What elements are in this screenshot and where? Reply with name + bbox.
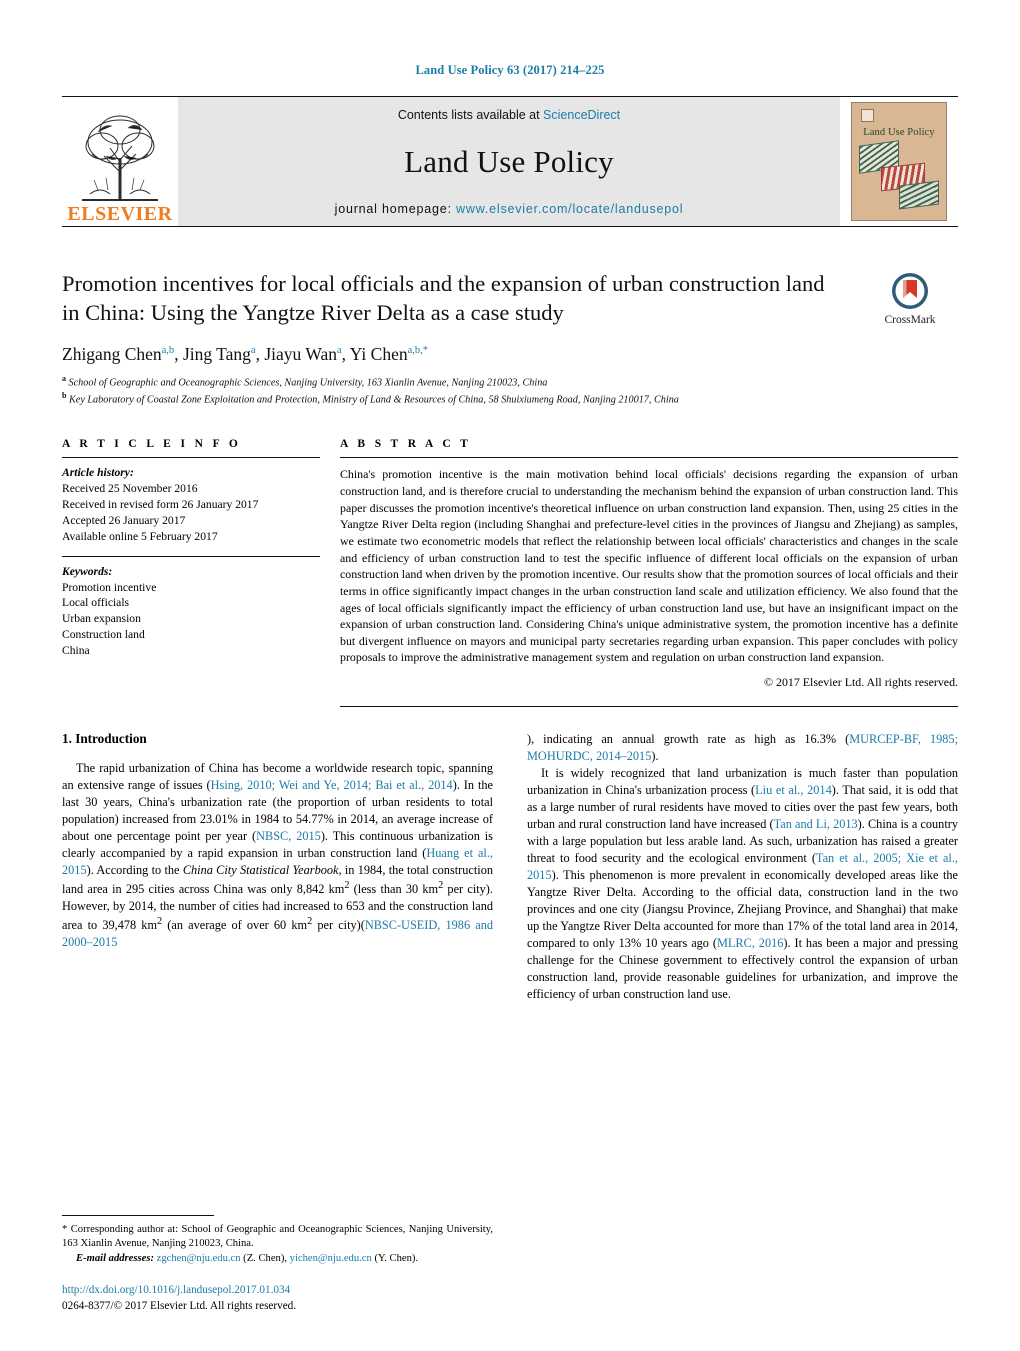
affiliation-b: b Key Laboratory of Coastal Zone Exploit…: [62, 391, 679, 406]
affiliation-b-text: Key Laboratory of Coastal Zone Exploitat…: [69, 394, 679, 406]
affiliation-a: a School of Geographic and Oceanographic…: [62, 373, 548, 388]
email-link-2[interactable]: yichen@nju.edu.cn: [290, 1253, 372, 1264]
citation-link[interactable]: MLRC, 2016: [717, 936, 783, 950]
citation-link[interactable]: Hsing, 2010; Wei and Ye, 2014; Bai et al…: [211, 778, 453, 792]
divider: [340, 706, 958, 708]
info-abstract-section: A R T I C L E I N F O Article history: R…: [62, 438, 958, 708]
citation-link[interactable]: NBSC, 2015: [256, 829, 321, 843]
authors-text: Zhigang Chena,b, Jing Tanga, Jiayu Wana,…: [62, 343, 429, 364]
journal-cover-thumbnail: Land Use Policy: [840, 97, 958, 226]
abstract-heading: A B S T R A C T: [340, 438, 472, 451]
masthead-center: Contents lists available at ScienceDirec…: [178, 97, 840, 226]
intro-paragraph-right-1: ), indicating an annual growth rate as h…: [527, 732, 958, 764]
article-history-label: Article history:: [62, 466, 134, 480]
journal-name-italic: China City Statistical Yearbook: [182, 863, 339, 878]
body-column-right: ), indicating an annual growth rate as h…: [527, 731, 958, 1003]
email-addresses-note: E-mail addresses: zgchen@nju.edu.cn (Z. …: [76, 1252, 419, 1264]
doi-link[interactable]: http://dx.doi.org/10.1016/j.landusepol.2…: [62, 1283, 493, 1299]
email-label: E-mail addresses:: [76, 1252, 154, 1264]
cover-artwork: [855, 140, 943, 213]
journal-homepage-line: journal homepage: www.elsevier.com/locat…: [335, 202, 684, 216]
keywords-block: Keywords: Promotion incentive Local offi…: [62, 564, 320, 659]
email-link-1[interactable]: zgchen@nju.edu.cn: [157, 1253, 241, 1264]
history-item: Accepted 26 January 2017: [62, 513, 186, 527]
affiliation-a-text: School of Geographic and Oceanographic S…: [68, 376, 548, 388]
body-columns: 1. Introduction The rapid urbanization o…: [62, 731, 958, 1003]
elsevier-tree-icon: [82, 115, 158, 201]
contents-prefix: Contents lists available at: [397, 108, 544, 122]
history-item: Received in revised form 26 January 2017: [62, 498, 259, 511]
cover-title: Land Use Policy: [863, 127, 935, 138]
page-title: Promotion incentives for local officials…: [62, 271, 825, 326]
author-list: Zhigang Chena,b, Jing Tanga, Jiayu Wana,…: [62, 344, 958, 365]
issn-copyright: 0264-8377/© 2017 Elsevier Ltd. All right…: [62, 1300, 297, 1313]
title-block: Promotion incentives for local officials…: [62, 269, 958, 328]
divider: [340, 457, 958, 459]
crossmark-badge[interactable]: CrossMark: [862, 269, 958, 328]
crossmark-label: CrossMark: [884, 314, 936, 326]
contents-list-line: Contents lists available at ScienceDirec…: [398, 108, 620, 122]
footnote-divider: [62, 1214, 214, 1216]
journal-homepage-link[interactable]: www.elsevier.com/locate/landusepol: [456, 202, 683, 216]
divider: [62, 457, 320, 459]
corresponding-author-note: * Corresponding author at: School of Geo…: [62, 1223, 493, 1250]
keyword-item: Promotion incentive: [62, 580, 157, 594]
intro-paragraph-left: The rapid urbanization of China has beco…: [62, 761, 493, 950]
history-item: Available online 5 February 2017: [62, 529, 218, 543]
cover-elsevier-mark-icon: [861, 109, 874, 122]
article-history: Article history: Received 25 November 20…: [62, 465, 320, 544]
journal-masthead: ELSEVIER Contents lists available at Sci…: [62, 96, 958, 227]
homepage-prefix: journal homepage:: [334, 202, 457, 216]
keyword-item: China: [62, 644, 90, 657]
citation-link[interactable]: Tan and Li, 2013: [774, 817, 858, 831]
footnote-block: * Corresponding author at: School of Geo…: [62, 1214, 493, 1266]
keyword-item: Local officials: [62, 596, 130, 610]
keyword-item: Construction land: [62, 628, 145, 642]
keyword-item: Urban expansion: [62, 612, 141, 626]
abstract-column: A B S T R A C T China's promotion incent…: [340, 438, 958, 708]
affiliations: a School of Geographic and Oceanographic…: [62, 373, 958, 409]
history-item: Received 25 November 2016: [62, 482, 198, 496]
section-heading-introduction: 1. Introduction: [62, 731, 147, 747]
elsevier-wordmark: ELSEVIER: [67, 203, 173, 225]
divider: [62, 555, 320, 557]
sciencedirect-link[interactable]: ScienceDirect: [543, 108, 620, 122]
article-info-heading: A R T I C L E I N F O: [62, 438, 242, 451]
abstract-copyright: © 2017 Elsevier Ltd. All rights reserved…: [764, 675, 958, 690]
intro-paragraph-right-2: It is widely recognized that land urbani…: [527, 766, 958, 1002]
article-page: Land Use Policy 63 (2017) 214–225 ELSEVI…: [0, 0, 1020, 1351]
crossmark-icon: [862, 271, 958, 311]
body-column-left: 1. Introduction The rapid urbanization o…: [62, 731, 493, 1003]
keywords-label: Keywords:: [62, 564, 113, 578]
elsevier-logo: ELSEVIER: [62, 97, 178, 226]
citation-link[interactable]: Liu et al., 2014: [755, 783, 832, 797]
running-head: Land Use Policy 63 (2017) 214–225: [415, 63, 605, 77]
doi-block: http://dx.doi.org/10.1016/j.landusepol.2…: [62, 1283, 493, 1315]
journal-title: Land Use Policy: [404, 144, 614, 179]
abstract-text: China's promotion incentive is the main …: [340, 467, 958, 665]
article-info-column: A R T I C L E I N F O Article history: R…: [62, 438, 320, 707]
